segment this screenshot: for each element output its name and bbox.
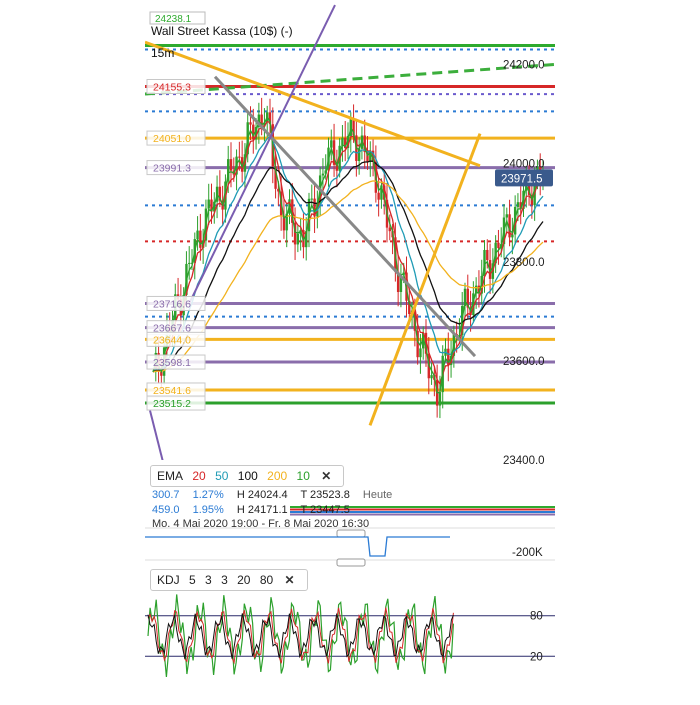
candle-body (207, 199, 210, 209)
candle-body (188, 262, 191, 264)
y-tick-label: 24000.0 (503, 158, 545, 170)
purple-trendline-1 (189, 4, 336, 303)
main-pane (145, 4, 556, 460)
level-tag-0: 24155.3 (153, 82, 191, 94)
level-tag-5: 23644.0 (153, 334, 191, 346)
close-icon[interactable]: ✕ (285, 573, 295, 587)
stat-pct-2: 1.95% (192, 504, 224, 516)
orange-trendline-bottom (368, 133, 482, 426)
close-icon[interactable]: ✕ (321, 469, 331, 483)
volume-tick-label: -200K (512, 547, 543, 559)
candle-body (505, 214, 508, 218)
ema-period-20: 20 (192, 469, 206, 483)
candle-body (296, 233, 300, 245)
kdj-level-label: 20 (530, 651, 543, 663)
level-tag-1: 24051.0 (153, 133, 191, 145)
stat-change-2: 459.0 (152, 504, 180, 516)
candle-body (238, 156, 241, 158)
candle-body (486, 249, 489, 261)
level-tag-7: 23541.6 (153, 385, 191, 397)
ema-period-100: 100 (237, 469, 258, 483)
stats-row-range: 459.0 1.95% H 24171.1 T 23447.5 (152, 504, 360, 516)
stat-high-2: H 24171.1 (236, 504, 288, 516)
orange-trendline-top (145, 40, 481, 168)
stats-row-today: 300.7 1.27% H 24024.4 T 23523.8 Heute (152, 489, 402, 501)
stat-low: T 23523.8 (300, 489, 350, 501)
candle-body (388, 227, 391, 232)
stat-pct: 1.27% (192, 489, 224, 501)
kdj-param-5: 80 (259, 573, 274, 587)
stat-low-2: T 23447.5 (300, 504, 350, 516)
date-range: Mo. 4 Mai 2020 19:00 - Fr. 8 Mai 2020 16… (152, 518, 370, 530)
stat-high: H 24024.4 (236, 489, 288, 501)
candle-body (516, 202, 520, 207)
kdj-level-label: 80 (530, 611, 543, 623)
stat-change: 300.7 (152, 489, 180, 501)
ema-period-10: 10 (296, 469, 310, 483)
candle-body (511, 234, 514, 238)
green-dashed-trendline (145, 62, 556, 96)
kdj-label: KDJ (157, 573, 180, 587)
chart-root[interactable]: 24238.1 24155.3 24051.0 23991.3 23716.6 23667… (0, 0, 700, 700)
pane-resize-handle (336, 529, 366, 538)
candle-body (377, 192, 380, 200)
kdj-param-1: 5 (189, 573, 196, 587)
level-tag-6: 23598.1 (153, 357, 191, 369)
level-tag-3: 23716.6 (153, 298, 191, 310)
candle-body (249, 122, 252, 125)
kdj-legend[interactable]: KDJ 5 3 3 20 80 ✕ (150, 569, 308, 591)
y-tick-label: 23400.0 (503, 455, 545, 467)
candle-body (196, 230, 199, 240)
candle-body (252, 124, 255, 140)
level-tag-8: 23515.2 (153, 398, 191, 410)
volume-line (145, 536, 450, 557)
ema-legend[interactable]: EMA 20 50 100 200 10 ✕ (150, 465, 345, 487)
y-tick-label: 23600.0 (503, 356, 545, 368)
level-tag-2: 23991.3 (153, 163, 191, 175)
candle-body (199, 230, 202, 248)
candle-body (430, 375, 433, 379)
candle-body (229, 159, 233, 171)
candle-body (321, 173, 325, 176)
candle-body (357, 148, 361, 161)
timeframe-label: 15m (151, 46, 175, 60)
candle-body (497, 242, 500, 249)
last-price-label: 23971.5 (501, 173, 543, 185)
stat-period: Heute (362, 489, 393, 501)
chart-svg[interactable]: 24238.124155.324051.023991.323716.623667… (0, 0, 700, 700)
ema-period-50: 50 (215, 469, 229, 483)
candle-body (419, 348, 422, 358)
kdj-param-3: 3 (221, 573, 228, 587)
candle-body (310, 198, 313, 200)
grey-trendline (213, 75, 477, 358)
kdj-param-2: 3 (205, 573, 212, 587)
y-tick-label: 23800.0 (503, 257, 545, 269)
pane-resize-handle-2 (336, 558, 366, 567)
y-tick-label: 24200.0 (503, 59, 545, 71)
ema-label: EMA (157, 469, 184, 483)
ema-period-200: 200 (267, 469, 288, 483)
candle-body (438, 392, 442, 406)
instrument-title: Wall Street Kassa (10$) (-) (151, 24, 293, 38)
kdj-param-4: 20 (237, 573, 251, 587)
